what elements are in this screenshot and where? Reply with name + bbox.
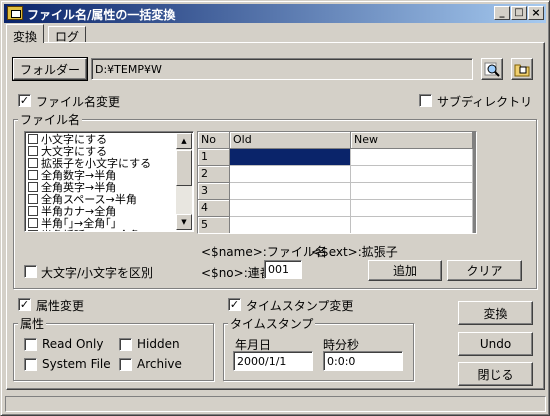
grid-cell-new[interactable]: [351, 217, 473, 233]
rule-checkbox[interactable]: [28, 230, 38, 231]
grid-row-number: 2: [198, 166, 230, 183]
rule-list[interactable]: 小文字にする 大文字にする 拡張子を小文字にする 全角数字→半角 全角英字→半角 全角スペ…: [24, 131, 194, 232]
magnifier-icon: [484, 62, 500, 77]
read-only-checkbox[interactable]: [24, 338, 37, 351]
archive-checkbox[interactable]: [119, 358, 132, 371]
rename-checkbox[interactable]: ✓: [18, 94, 31, 107]
grid-cell-old[interactable]: [230, 183, 351, 200]
rule-checkbox[interactable]: [28, 206, 38, 216]
hidden-label: Hidden: [137, 337, 180, 351]
rule-checkbox[interactable]: [28, 170, 38, 180]
undo-button[interactable]: Undo: [458, 332, 533, 356]
close-window-button[interactable]: ×: [528, 6, 544, 20]
grid-row-number: 3: [198, 183, 230, 200]
status-bar: [5, 396, 546, 412]
rule-list-scrollbar[interactable]: ▲ ▼: [176, 133, 192, 230]
folder-button[interactable]: フォルダー: [12, 57, 88, 81]
sequence-start-input[interactable]: 001: [264, 260, 302, 279]
grid-row-number: 4: [198, 200, 230, 217]
archive-label: Archive: [137, 357, 182, 371]
subdirectory-checkbox[interactable]: [419, 94, 432, 107]
case-sensitive-checkbox[interactable]: [24, 265, 37, 278]
grid-cell-old[interactable]: [230, 149, 351, 166]
minimize-button[interactable]: _: [494, 6, 510, 20]
open-folder-button[interactable]: [511, 58, 533, 80]
system-file-label: System File: [42, 357, 111, 371]
subdirectory-label: サブディレクトリ: [437, 95, 533, 109]
attribute-change-checkbox[interactable]: ✓: [18, 298, 31, 311]
grid-cell-new[interactable]: [351, 200, 473, 217]
grid-row-number: 5: [198, 217, 230, 233]
timestamp-group-title: タイムスタンプ: [228, 315, 316, 332]
maximize-button[interactable]: □: [511, 6, 527, 20]
clear-button[interactable]: クリア: [447, 260, 522, 281]
rule-checkbox[interactable]: [28, 158, 38, 168]
grid-cell-new[interactable]: [351, 149, 473, 166]
scroll-down-arrow-icon[interactable]: ▼: [176, 214, 192, 230]
main-window: ファイル名/属性の一括変換 _ □ × 変換 ログ フォルダー D:¥TEMP¥…: [0, 0, 550, 416]
close-button[interactable]: 閉じる: [458, 362, 533, 386]
folder-icon: [514, 64, 530, 77]
hidden-checkbox[interactable]: [119, 338, 132, 351]
rename-preview-grid[interactable]: No Old New 12345: [197, 131, 477, 234]
rename-label: ファイル名変更: [36, 95, 121, 109]
case-sensitive-label: 大文字/小文字を区別: [41, 266, 154, 280]
grid-header-no: No: [198, 132, 230, 149]
scroll-up-arrow-icon[interactable]: ▲: [176, 133, 192, 149]
grid-cell-new[interactable]: [351, 183, 473, 200]
grid-cell-old[interactable]: [230, 200, 351, 217]
hint-ext: <$ext>:拡張子: [311, 245, 398, 259]
grid-header-old: Old: [230, 132, 351, 149]
date-input[interactable]: 2000/1/1: [233, 351, 313, 371]
hint-name: <$name>:ファイル名: [201, 245, 327, 259]
grid-header-new: New: [351, 132, 473, 149]
timestamp-change-label: タイムスタンプ変更: [246, 299, 354, 313]
attribute-change-label: 属性変更: [36, 299, 85, 313]
window-title: ファイル名/属性の一括変換: [27, 8, 176, 22]
grid-row-number: 1: [198, 149, 230, 166]
hint-no: <$no>:連番: [201, 266, 272, 280]
grid-cell-old[interactable]: [230, 217, 351, 233]
timestamp-change-checkbox[interactable]: ✓: [228, 298, 241, 311]
rule-checkbox[interactable]: [28, 182, 38, 192]
rule-checkbox[interactable]: [28, 134, 38, 144]
system-file-checkbox[interactable]: [24, 358, 37, 371]
rule-list-item[interactable]: 半角括弧( )[ ]→全角: [28, 229, 140, 232]
rule-label: 半角括弧( )[ ]→全角: [41, 229, 140, 232]
add-button[interactable]: 追加: [368, 260, 442, 281]
folder-path-field[interactable]: D:¥TEMP¥W: [91, 58, 473, 80]
rule-checkbox[interactable]: [28, 218, 38, 228]
title-bar[interactable]: ファイル名/属性の一括変換 _ □ ×: [4, 4, 546, 23]
read-only-label: Read Only: [42, 337, 104, 351]
tab-convert[interactable]: 変換: [6, 24, 45, 44]
grid-cell-new[interactable]: [351, 166, 473, 183]
scroll-thumb[interactable]: [176, 150, 192, 186]
search-folder-button[interactable]: [481, 58, 503, 80]
filename-group-title: ファイル名: [18, 111, 83, 128]
attribute-group-title: 属性: [18, 315, 47, 332]
app-icon: [7, 6, 23, 20]
grid-cell-old[interactable]: [230, 166, 351, 183]
rule-checkbox[interactable]: [28, 194, 38, 204]
rule-checkbox[interactable]: [28, 146, 38, 156]
tab-log[interactable]: ログ: [48, 26, 87, 44]
time-input[interactable]: 0:0:0: [323, 351, 403, 371]
convert-button[interactable]: 変換: [458, 301, 533, 325]
